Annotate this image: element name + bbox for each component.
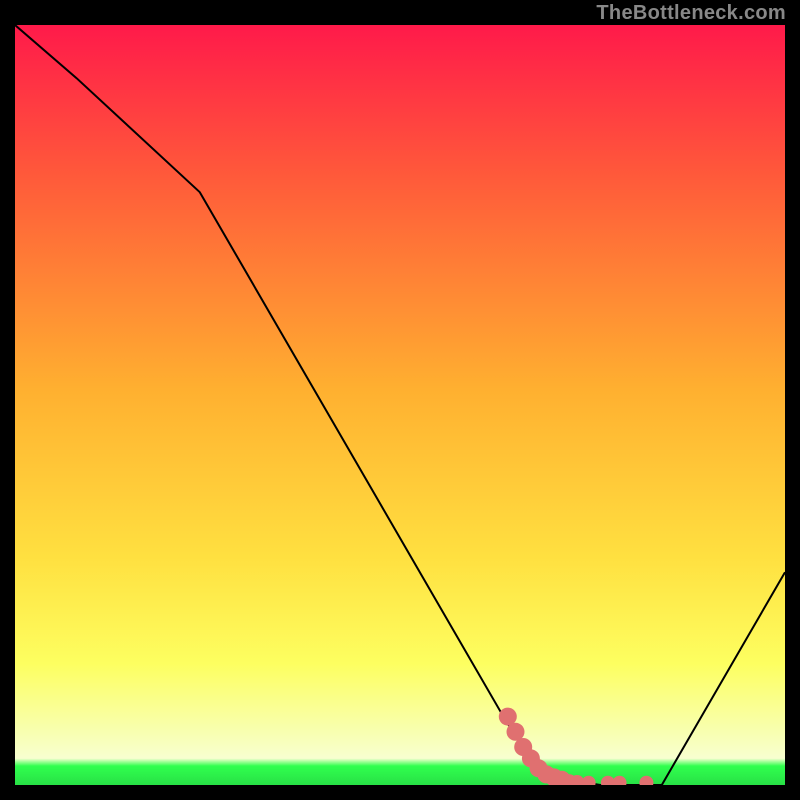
marker-point bbox=[582, 776, 596, 785]
marker-point bbox=[499, 708, 517, 726]
chart-svg bbox=[15, 25, 785, 785]
chart-container: TheBottleneck.com bbox=[0, 0, 800, 800]
watermark-text: TheBottleneck.com bbox=[596, 2, 786, 25]
plot-area bbox=[15, 25, 785, 785]
marker-point bbox=[613, 776, 627, 785]
marker-point bbox=[507, 723, 525, 741]
bottleneck-curve bbox=[15, 25, 785, 785]
highlight-markers bbox=[499, 708, 654, 785]
marker-point bbox=[639, 776, 653, 785]
